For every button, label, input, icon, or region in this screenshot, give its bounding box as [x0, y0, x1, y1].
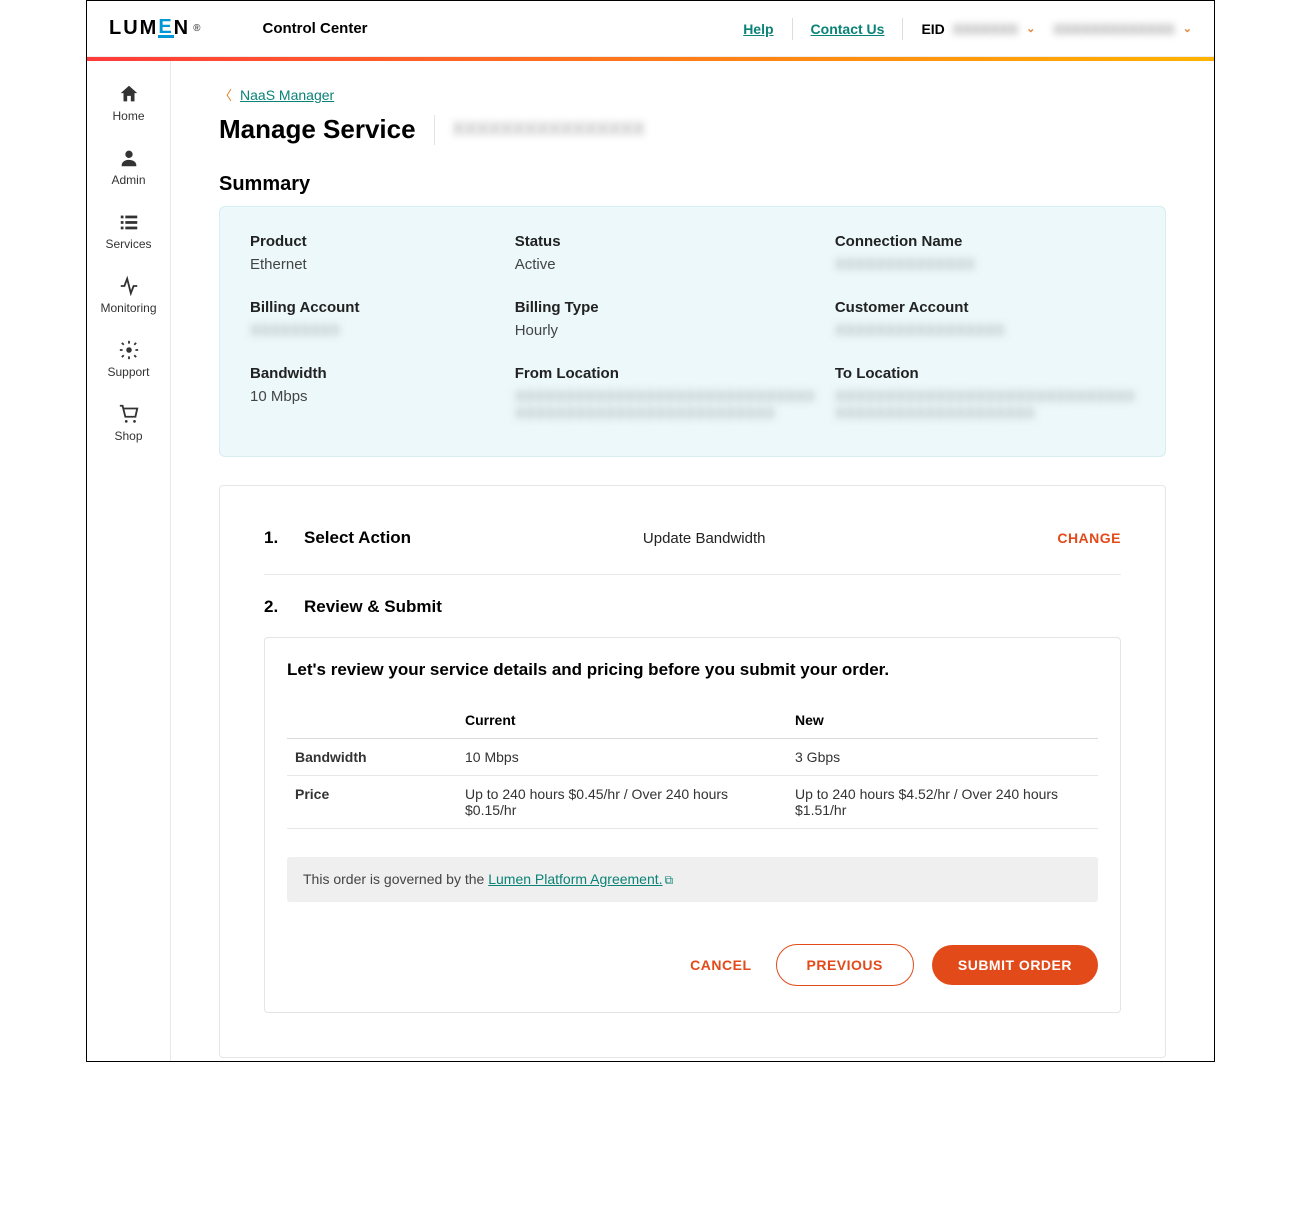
step-number: 1.: [264, 528, 304, 548]
previous-button[interactable]: PREVIOUS: [776, 944, 914, 986]
row-new: 3 Gbps: [787, 739, 1098, 776]
field-value: 10 Mbps: [250, 388, 495, 405]
step-value: Update Bandwidth: [643, 530, 766, 547]
table-row: Bandwidth 10 Mbps 3 Gbps: [287, 739, 1098, 776]
field-value: XXXXXXXXX: [250, 322, 495, 339]
row-new: Up to 240 hours $4.52/hr / Over 240 hour…: [787, 776, 1098, 829]
review-heading: Let's review your service details and pr…: [287, 660, 1098, 680]
col-new: New: [787, 702, 1098, 739]
summary-field-billing-type: Billing Type Hourly: [515, 299, 815, 339]
breadcrumb-link[interactable]: NaaS Manager: [240, 87, 334, 103]
review-card: Let's review your service details and pr…: [264, 637, 1121, 1013]
field-label: Customer Account: [835, 299, 1135, 316]
field-value: XXXXXXXXXXXXXXXXXXXXXXXXXXXXXX XXXXXXXXX…: [835, 388, 1135, 422]
eid-label: EID: [921, 21, 944, 37]
divider: [434, 115, 435, 145]
summary-field-to-location: To Location XXXXXXXXXXXXXXXXXXXXXXXXXXXX…: [835, 365, 1135, 422]
activity-icon: [118, 275, 140, 297]
sidebar-item-label: Admin: [111, 173, 145, 187]
sidebar-item-label: Support: [107, 365, 149, 379]
breadcrumb: 〈 NaaS Manager: [219, 85, 1166, 104]
page-subtitle: XXXXXXXXXXXXXXXX: [453, 119, 645, 140]
step-2-row: 2. Review & Submit: [264, 597, 1121, 617]
cart-icon: [118, 403, 140, 425]
row-label: Price: [287, 776, 457, 829]
main-content: 〈 NaaS Manager Manage Service XXXXXXXXXX…: [171, 61, 1214, 1061]
field-label: Connection Name: [835, 233, 1135, 250]
cancel-button[interactable]: CANCEL: [684, 945, 757, 985]
list-icon: [118, 211, 140, 233]
divider: [792, 18, 793, 40]
chevron-down-icon: ⌄: [1026, 22, 1035, 35]
change-link[interactable]: CHANGE: [1057, 530, 1121, 546]
app-name: Control Center: [263, 20, 368, 37]
field-value: Hourly: [515, 322, 815, 339]
review-table: Current New Bandwidth 10 Mbps 3 Gbps: [287, 702, 1098, 829]
eid-value: XXXXXXX: [953, 21, 1018, 37]
user-dropdown[interactable]: XXXXXXXXXXXXX ⌄: [1053, 21, 1192, 37]
summary-field-status: Status Active: [515, 233, 815, 273]
summary-field-connection-name: Connection Name XXXXXXXXXXXXXX: [835, 233, 1135, 273]
contact-link[interactable]: Contact Us: [811, 21, 885, 37]
divider: [902, 18, 903, 40]
step-title: Review & Submit: [304, 597, 442, 617]
step-number: 2.: [264, 597, 304, 617]
user-value: XXXXXXXXXXXXX: [1053, 21, 1174, 37]
field-label: Billing Account: [250, 299, 495, 316]
sidebar: Home Admin Services Monitoring Support S…: [87, 61, 171, 1061]
home-icon: [118, 83, 140, 105]
field-value: Active: [515, 256, 815, 273]
field-label: Status: [515, 233, 815, 250]
sidebar-item-label: Shop: [114, 429, 142, 443]
page-title: Manage Service: [219, 114, 416, 145]
gear-icon: [118, 339, 140, 361]
field-label: From Location: [515, 365, 815, 382]
sidebar-item-label: Home: [112, 109, 144, 123]
field-value: XXXXXXXXXXXXXXXXXXXXXXXXXXXXXX XXXXXXXXX…: [515, 388, 815, 422]
field-value: XXXXXXXXXXXXXXXXX: [835, 322, 1135, 339]
summary-field-customer-account: Customer Account XXXXXXXXXXXXXXXXX: [835, 299, 1135, 339]
action-row: CANCEL PREVIOUS SUBMIT ORDER: [287, 944, 1098, 986]
sidebar-item-home[interactable]: Home: [87, 73, 170, 137]
field-label: Bandwidth: [250, 365, 495, 382]
agreement-notice: This order is governed by the Lumen Plat…: [287, 857, 1098, 902]
summary-card: Product Ethernet Status Active Connectio…: [219, 206, 1166, 457]
row-current: Up to 240 hours $0.45/hr / Over 240 hour…: [457, 776, 787, 829]
row-label: Bandwidth: [287, 739, 457, 776]
submit-order-button[interactable]: SUBMIT ORDER: [932, 945, 1098, 985]
summary-field-from-location: From Location XXXXXXXXXXXXXXXXXXXXXXXXXX…: [515, 365, 815, 422]
eid-dropdown[interactable]: EID XXXXXXX ⌄: [921, 21, 1035, 37]
step-1-row: 1. Select Action Update Bandwidth CHANGE: [264, 522, 1121, 575]
table-row: Price Up to 240 hours $0.45/hr / Over 24…: [287, 776, 1098, 829]
field-label: Product: [250, 233, 495, 250]
chevron-down-icon: ⌄: [1183, 22, 1192, 35]
sidebar-item-monitoring[interactable]: Monitoring: [87, 265, 170, 329]
row-current: 10 Mbps: [457, 739, 787, 776]
agreement-link[interactable]: Lumen Platform Agreement.: [488, 871, 662, 887]
field-label: Billing Type: [515, 299, 815, 316]
external-link-icon: ⧉: [665, 873, 674, 887]
agreement-text: This order is governed by the: [303, 871, 488, 887]
step-title: Select Action: [304, 528, 411, 548]
sidebar-item-label: Monitoring: [100, 301, 156, 315]
field-value: Ethernet: [250, 256, 495, 273]
summary-field-bandwidth: Bandwidth 10 Mbps: [250, 365, 495, 422]
wizard-card: 1. Select Action Update Bandwidth CHANGE…: [219, 485, 1166, 1058]
logo[interactable]: LUMEN®: [109, 17, 203, 40]
sidebar-item-admin[interactable]: Admin: [87, 137, 170, 201]
sidebar-item-label: Services: [105, 237, 151, 251]
field-value: XXXXXXXXXXXXXX: [835, 256, 1135, 273]
sidebar-item-support[interactable]: Support: [87, 329, 170, 393]
chevron-left-icon: 〈: [219, 85, 232, 104]
sidebar-item-services[interactable]: Services: [87, 201, 170, 265]
field-label: To Location: [835, 365, 1135, 382]
col-current: Current: [457, 702, 787, 739]
user-icon: [118, 147, 140, 169]
summary-heading: Summary: [219, 173, 1166, 196]
help-link[interactable]: Help: [743, 21, 773, 37]
top-bar: LUMEN® Control Center Help Contact Us EI…: [87, 1, 1214, 57]
summary-field-billing-account: Billing Account XXXXXXXXX: [250, 299, 495, 339]
sidebar-item-shop[interactable]: Shop: [87, 393, 170, 457]
summary-field-product: Product Ethernet: [250, 233, 495, 273]
